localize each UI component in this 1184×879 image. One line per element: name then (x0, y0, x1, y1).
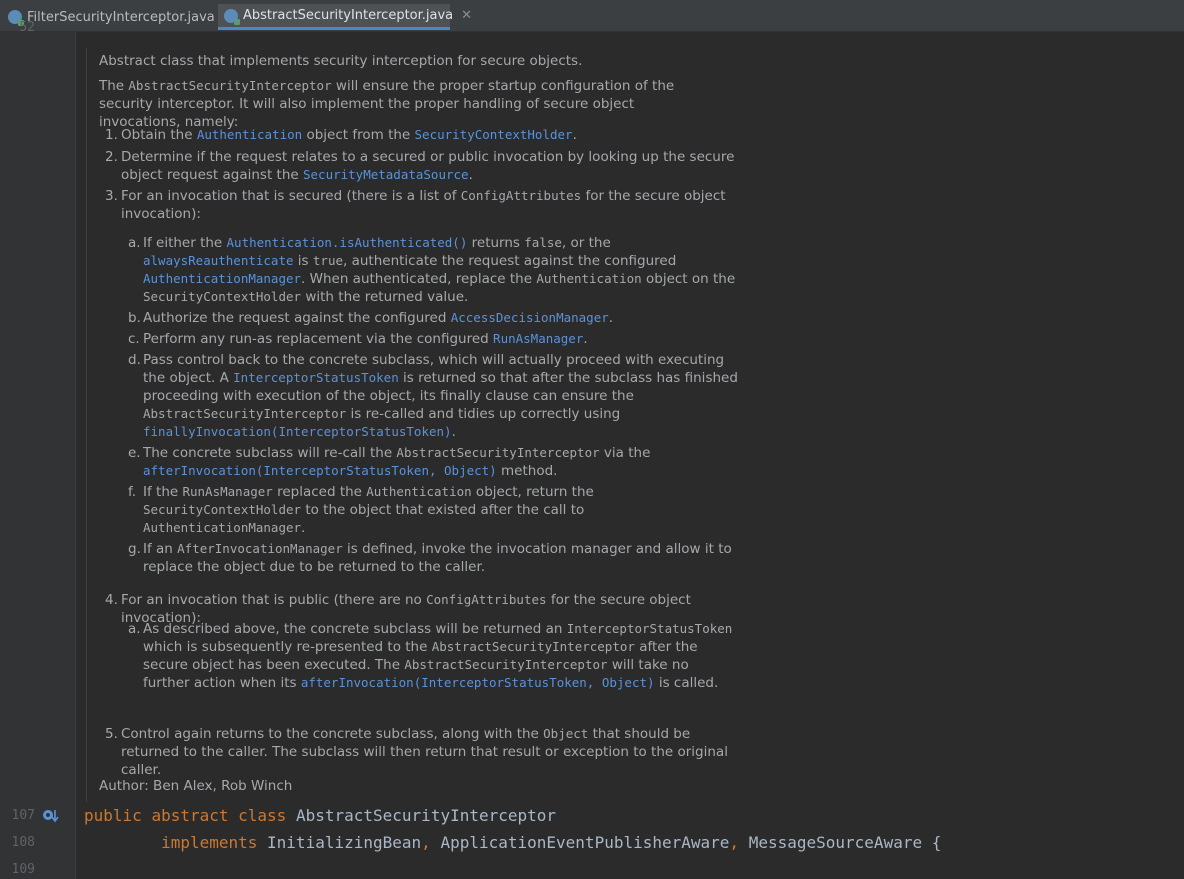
list-item: d. Pass control back to the concrete sub… (128, 352, 738, 440)
doc-link[interactable]: InterceptorStatusToken (233, 370, 399, 385)
tab-label: AbstractSecurityInterceptor.java (243, 8, 454, 23)
list-item: e. The concrete subclass will re-call th… (128, 445, 651, 479)
line-number-gutter: 52 107 108 109 (0, 20, 76, 879)
doc-link[interactable]: Authentication.isAuthenticated() (227, 235, 468, 250)
line-number: 52 (19, 20, 35, 35)
tab-filter-security-interceptor[interactable]: FilterSecurityInterceptor.java ✕ (8, 4, 234, 30)
list-item: a. As described above, the concrete subc… (128, 621, 733, 691)
editor-tab-bar: FilterSecurityInterceptor.java ✕ Abstrac… (0, 0, 1184, 32)
doc-link[interactable]: AccessDecisionManager (451, 310, 609, 325)
tab-abstract-security-interceptor[interactable]: AbstractSecurityInterceptor.java ✕ (218, 4, 472, 30)
java-class-icon (224, 8, 240, 25)
doc-link[interactable]: RunAsManager (493, 331, 583, 346)
doc-link[interactable]: alwaysReauthenticate (143, 253, 294, 268)
list-item: 1. Obtain the Authentication object from… (105, 127, 577, 143)
javadoc-summary: Abstract class that implements security … (99, 53, 583, 69)
line-number: 108 (11, 835, 35, 850)
list-item: c. Perform any run-as replacement via th… (128, 331, 588, 347)
doc-link[interactable]: AuthenticationManager (143, 271, 301, 286)
javadoc-author: Author: Ben Alex, Rob Winch (99, 778, 293, 794)
javadoc-rendered-view: Abstract class that implements security … (86, 48, 756, 802)
line-number: 109 (11, 862, 35, 877)
class-name: AbstractSecurityInterceptor (295, 806, 557, 825)
doc-link[interactable]: Authentication (197, 127, 302, 142)
list-item: f. If the RunAsManager replaced the Auth… (128, 484, 594, 536)
code-line-107[interactable]: public abstract class AbstractSecurityIn… (84, 806, 556, 825)
doc-link[interactable]: SecurityMetadataSource (303, 167, 469, 182)
list-item: 2. Determine if the request relates to a… (105, 149, 735, 183)
doc-link[interactable]: SecurityContextHolder (415, 127, 573, 142)
doc-link[interactable]: afterInvocation(InterceptorStatusToken, … (143, 463, 497, 478)
list-item: b. Authorize the request against the con… (128, 310, 614, 326)
tab-label: FilterSecurityInterceptor.java (27, 9, 215, 25)
list-item: 3. For an invocation that is secured (th… (105, 188, 726, 222)
line-number: 107 (11, 808, 35, 823)
code-line-108[interactable]: implements InitializingBean, Application… (84, 833, 941, 852)
list-item: 5. Control again returns to the concrete… (105, 726, 728, 778)
close-icon[interactable]: ✕ (461, 8, 472, 23)
list-item: g. If an AfterInvocationManager is defin… (128, 541, 732, 575)
doc-link[interactable]: afterInvocation(InterceptorStatusToken, … (301, 675, 655, 690)
doc-link[interactable]: finallyInvocation(InterceptorStatusToken… (143, 424, 452, 439)
javadoc-paragraph: The AbstractSecurityInterceptor will ens… (99, 78, 675, 130)
list-item: a. If either the Authentication.isAuthen… (128, 235, 736, 305)
implementing-method-icon[interactable] (42, 808, 60, 824)
